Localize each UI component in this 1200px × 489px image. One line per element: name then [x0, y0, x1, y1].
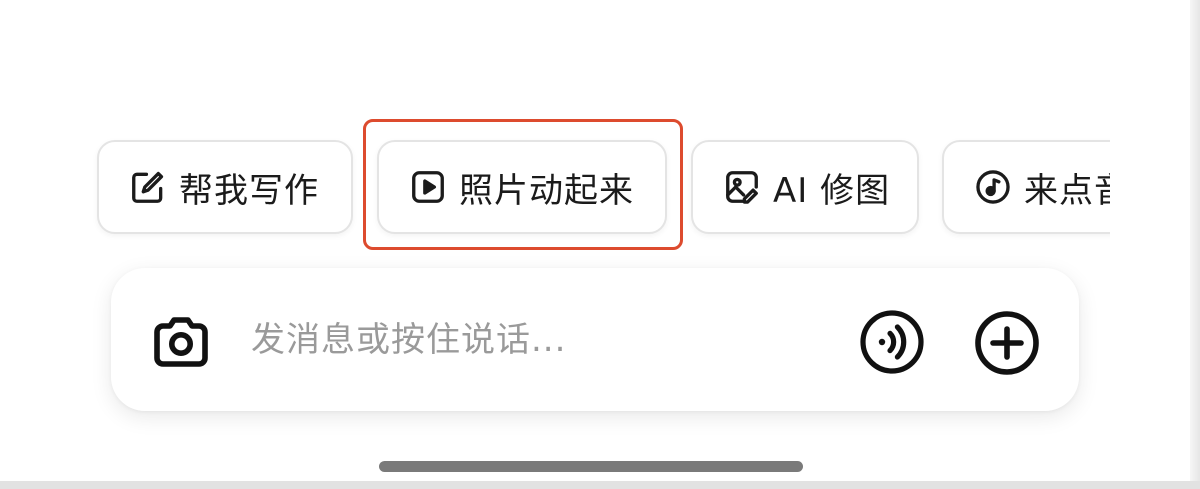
chip-help-me-write[interactable]: 帮我写作 [97, 140, 353, 234]
home-indicator[interactable] [379, 461, 803, 472]
chip-label: AI 修图 [773, 170, 891, 211]
chip-animate-photo[interactable]: 照片动起来 [377, 140, 667, 234]
chip-play-music[interactable]: 来点音乐 [942, 140, 1110, 234]
chip-label: 帮我写作 [179, 170, 319, 211]
chip-label: 来点音乐 [1024, 170, 1110, 211]
chip-ai-retouch[interactable]: AI 修图 [691, 140, 919, 234]
window-bottom-edge [0, 481, 1200, 489]
suggestion-chips: 帮我写作 照片动起来 AI 修图 来点 [90, 130, 1110, 250]
window-edge [1190, 0, 1200, 489]
play-icon [409, 168, 447, 206]
image-edit-icon [723, 168, 761, 206]
edit-icon [129, 168, 167, 206]
chip-label: 照片动起来 [459, 170, 634, 211]
voice-call-icon[interactable] [859, 309, 925, 375]
music-icon [974, 168, 1012, 206]
camera-icon[interactable] [149, 314, 213, 370]
message-input[interactable] [251, 312, 831, 368]
message-composer [111, 268, 1079, 411]
plus-icon[interactable] [974, 310, 1040, 376]
